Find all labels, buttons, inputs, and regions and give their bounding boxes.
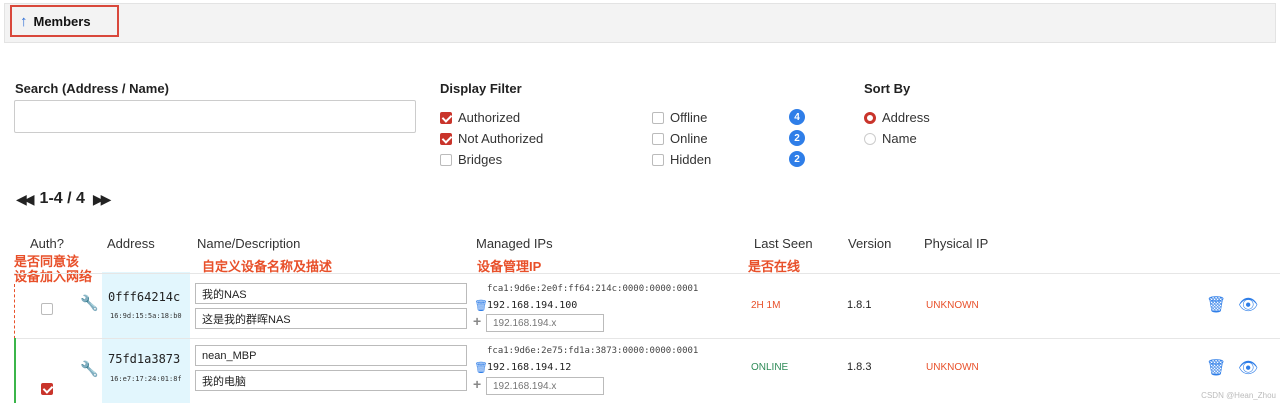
col-managed-ips: Managed IPs xyxy=(476,236,553,251)
member-name-input[interactable] xyxy=(195,283,467,304)
online-count-badge: 2 xyxy=(789,130,805,146)
member-ipv6: fca1:9d6e:2e0f:ff64:214c:0000:0000:0001 xyxy=(487,284,699,294)
plus-icon[interactable]: + xyxy=(473,313,481,329)
hide-icon[interactable]: 👁 xyxy=(1238,358,1258,378)
row-divider xyxy=(14,338,1280,339)
col-physical-ip: Physical IP xyxy=(924,236,989,251)
col-version: Version xyxy=(848,236,892,251)
member-mac: 16:e7:17:24:01:8f xyxy=(110,375,182,383)
authorized-indicator xyxy=(14,338,16,403)
delete-icon[interactable]: 🗑 xyxy=(1206,358,1226,378)
trash-icon[interactable]: 🗑 xyxy=(474,361,488,374)
offline-count-badge: 4 xyxy=(789,109,805,125)
checkbox-icon[interactable] xyxy=(652,153,664,166)
members-header-bar xyxy=(4,3,1276,43)
filter-hidden[interactable]: Hidden xyxy=(652,152,711,167)
checkbox-icon[interactable] xyxy=(440,153,452,166)
filter-not-authorized-label: Not Authorized xyxy=(458,131,544,146)
member-ipv4: 192.168.194.12 xyxy=(487,362,572,373)
member-description-input[interactable] xyxy=(195,308,467,329)
member-name-input[interactable] xyxy=(195,345,467,366)
filter-authorized[interactable]: Authorized xyxy=(440,110,520,125)
add-ip-input[interactable] xyxy=(486,377,604,395)
search-label: Search (Address / Name) xyxy=(15,81,169,96)
sort-name-label: Name xyxy=(882,131,917,146)
checkbox-icon[interactable] xyxy=(440,111,452,124)
filter-authorized-label: Authorized xyxy=(458,110,521,125)
member-ipv6: fca1:9d6e:2e75:fd1a:3873:0000:0000:0001 xyxy=(487,346,699,356)
member-physical-ip: UNKNOWN xyxy=(926,362,979,373)
radio-icon[interactable] xyxy=(864,132,876,145)
col-address: Address xyxy=(107,236,155,251)
filter-bridges[interactable]: Bridges xyxy=(440,152,502,167)
next-page-icon[interactable]: ▶▶ xyxy=(93,191,111,208)
display-filter-label: Display Filter xyxy=(440,81,522,96)
authorize-checkbox[interactable] xyxy=(41,302,53,315)
wrench-icon[interactable]: 🔧 xyxy=(80,294,99,312)
member-version: 1.8.3 xyxy=(847,361,872,373)
watermark: CSDN @Hean_Zhou xyxy=(1201,391,1276,400)
sort-by-label: Sort By xyxy=(864,81,911,96)
filter-bridges-label: Bridges xyxy=(458,152,503,167)
filter-online-label: Online xyxy=(670,131,708,146)
previous-page-icon[interactable]: ◀◀ xyxy=(16,191,34,208)
sort-address-label: Address xyxy=(882,110,930,125)
col-last-seen: Last Seen xyxy=(754,236,813,251)
sort-name[interactable]: Name xyxy=(864,131,917,146)
filter-hidden-label: Hidden xyxy=(670,152,712,167)
member-mac: 16:9d:15:5a:18:b0 xyxy=(110,312,182,320)
col-name: Name/Description xyxy=(197,236,301,251)
checkbox-icon[interactable] xyxy=(652,132,664,145)
filter-offline-label: Offline xyxy=(670,110,708,125)
member-last-seen: 2H 1M xyxy=(751,300,781,311)
members-toggle[interactable]: ↑ Members xyxy=(10,5,119,37)
col-auth: Auth? xyxy=(30,236,64,251)
authorize-checkbox[interactable] xyxy=(41,382,53,395)
member-version: 1.8.1 xyxy=(847,299,872,311)
members-title: Members xyxy=(33,13,91,29)
delete-icon[interactable]: 🗑 xyxy=(1206,295,1226,315)
radio-icon[interactable] xyxy=(864,111,876,124)
annotation-dashed-line xyxy=(14,284,15,344)
sort-address[interactable]: Address xyxy=(864,110,930,125)
member-address: 0fff64214c xyxy=(108,290,181,304)
annotation-auth-2: 设备加入网络 xyxy=(14,269,93,284)
filter-online[interactable]: Online xyxy=(652,131,708,146)
wrench-icon[interactable]: 🔧 xyxy=(80,360,99,378)
member-last-seen: ONLINE xyxy=(751,362,789,373)
checkbox-icon[interactable] xyxy=(440,132,452,145)
member-physical-ip: UNKNOWN xyxy=(926,300,979,311)
filter-offline[interactable]: Offline xyxy=(652,110,707,125)
hidden-count-badge: 2 xyxy=(789,151,805,167)
checkbox-icon[interactable] xyxy=(652,111,664,124)
trash-icon[interactable]: 🗑 xyxy=(474,299,488,312)
arrow-up-icon: ↑ xyxy=(20,12,28,30)
member-address: 75fd1a3873 xyxy=(108,352,181,366)
search-input[interactable] xyxy=(14,100,416,133)
page-range: 1-4 / 4 xyxy=(39,190,85,207)
add-ip-input[interactable] xyxy=(486,314,604,332)
plus-icon[interactable]: + xyxy=(473,376,481,392)
filter-not-authorized[interactable]: Not Authorized xyxy=(440,131,543,146)
pager: ◀◀ 1-4 / 4 ▶▶ xyxy=(16,190,111,208)
row-divider xyxy=(14,273,1280,274)
hide-icon[interactable]: 👁 xyxy=(1238,295,1258,315)
member-description-input[interactable] xyxy=(195,370,467,391)
member-ipv4: 192.168.194.100 xyxy=(487,300,578,311)
